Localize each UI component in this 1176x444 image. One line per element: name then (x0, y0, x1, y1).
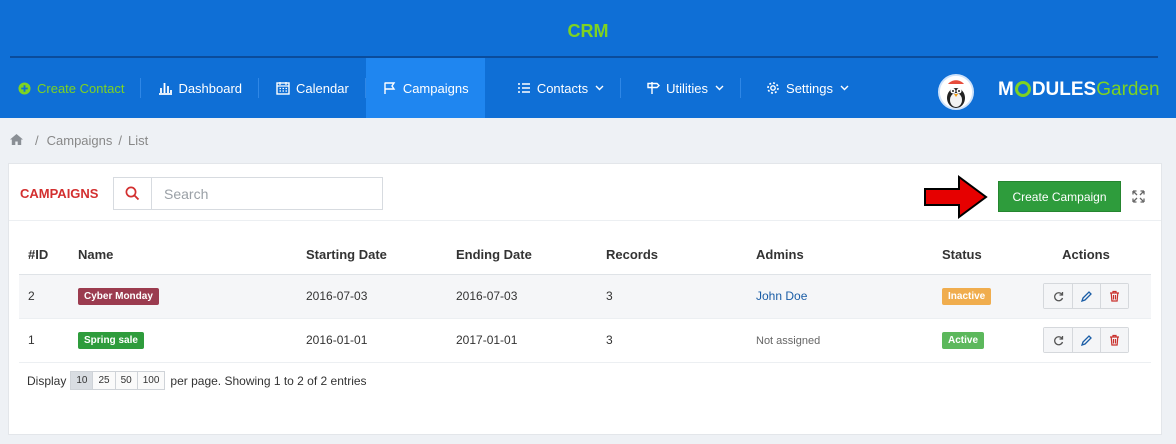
cell-id: 1 (19, 318, 69, 363)
cell-start: 2016-07-03 (297, 274, 447, 319)
cell-end: 2017-01-01 (447, 318, 597, 363)
nav-item-label: Utilities (666, 80, 709, 96)
col-status[interactable]: Status (933, 236, 1021, 275)
card-header: CAMPAIGNS Create Campaign (9, 164, 1161, 221)
campaign-name-badge[interactable]: Spring sale (78, 331, 144, 349)
bar-chart-icon (157, 80, 173, 96)
gear-icon (765, 80, 781, 96)
create-contact-label: Create Contact (37, 80, 125, 96)
edit-button[interactable] (1072, 284, 1100, 308)
table-header-row: #ID Name Starting Date Ending Date Recor… (19, 236, 1151, 275)
nav-item-contacts[interactable]: Contacts (485, 58, 620, 118)
cell-name: Cyber Monday (69, 274, 297, 319)
flag-icon (382, 80, 398, 96)
cell-actions (1021, 274, 1151, 319)
nav-item-campaigns[interactable]: Campaigns (365, 58, 485, 118)
cell-status: Inactive (933, 274, 1021, 319)
nav-item-calendar[interactable]: Calendar (259, 58, 365, 118)
cell-actions (1021, 318, 1151, 363)
app-title: CRM (567, 21, 609, 41)
pencil-icon (1081, 334, 1092, 346)
cell-end: 2016-07-03 (447, 274, 597, 319)
table-footer: Display 10 25 50 100 per page. Showing 1… (27, 371, 367, 390)
admin-link[interactable]: John Doe (756, 289, 807, 303)
col-admins[interactable]: Admins (747, 236, 933, 275)
search-box (113, 177, 383, 210)
create-campaign-button[interactable]: Create Campaign (998, 181, 1121, 212)
edit-button[interactable] (1072, 328, 1100, 352)
breadcrumb-campaigns[interactable]: Campaigns (47, 133, 113, 148)
page-size-25[interactable]: 25 (92, 372, 115, 389)
nav-item-settings[interactable]: Settings (741, 58, 865, 118)
nav-item-label: Campaigns (402, 80, 469, 96)
plus-circle-icon (16, 80, 32, 96)
signpost-icon (645, 80, 661, 96)
cell-id: 2 (19, 274, 69, 319)
action-group (1043, 327, 1129, 353)
page-size-100[interactable]: 100 (136, 372, 165, 389)
action-group (1043, 283, 1129, 309)
status-badge: Inactive (942, 287, 992, 305)
arrow-right-icon (923, 174, 989, 225)
delete-button[interactable] (1100, 284, 1128, 308)
cell-name: Spring sale (69, 318, 297, 363)
create-contact-button[interactable]: Create Contact (0, 58, 140, 118)
cell-admin: John Doe (747, 274, 933, 319)
search-icon[interactable] (114, 178, 152, 209)
modulesgarden-logo: M DULESGarden (998, 79, 1160, 100)
chevron-down-icon (840, 83, 849, 93)
chevron-down-icon (715, 83, 724, 93)
entries-info: per page. Showing 1 to 2 of 2 entries (170, 373, 367, 388)
breadcrumb: / Campaigns / List (10, 133, 154, 148)
col-ending-date[interactable]: Ending Date (447, 236, 597, 275)
nav-item-label: Dashboard (178, 80, 243, 96)
delete-button[interactable] (1100, 328, 1128, 352)
cell-status: Active (933, 318, 1021, 363)
cell-start: 2016-01-01 (297, 318, 447, 363)
refresh-button[interactable] (1044, 284, 1072, 308)
nav-item-dashboard[interactable]: Dashboard (141, 58, 258, 118)
page-size-10[interactable]: 10 (71, 372, 93, 389)
admin-not-assigned: Not assigned (756, 335, 821, 347)
nav-item-label: Calendar (296, 80, 349, 96)
campaigns-card: CAMPAIGNS Create Campaign #ID Name Start… (8, 163, 1162, 435)
home-icon[interactable] (10, 133, 23, 148)
breadcrumb-list: List (128, 133, 149, 148)
breadcrumb-separator: / (35, 133, 39, 148)
col-starting-date[interactable]: Starting Date (297, 236, 447, 275)
page-size-50[interactable]: 50 (114, 372, 137, 389)
campaigns-table: #ID Name Starting Date Ending Date Recor… (19, 236, 1151, 363)
status-badge: Active (942, 331, 985, 349)
cell-admin: Not assigned (747, 318, 933, 363)
chevron-down-icon (595, 83, 604, 93)
search-input[interactable] (152, 178, 382, 209)
nav-item-label: Settings (786, 80, 834, 96)
table-row: 1 Spring sale 2016-01-01 2017-01-01 3 No… (19, 318, 1151, 363)
list-icon (516, 80, 532, 96)
col-actions: Actions (1021, 236, 1151, 275)
refresh-button[interactable] (1044, 328, 1072, 352)
cell-records: 3 (597, 274, 747, 319)
display-label: Display (27, 373, 67, 388)
nav-item-label: Contacts (536, 80, 589, 96)
campaign-name-badge[interactable]: Cyber Monday (78, 287, 159, 305)
nav-item-utilities[interactable]: Utilities (621, 58, 740, 118)
breadcrumb-separator: / (118, 133, 123, 148)
col-records[interactable]: Records (597, 236, 747, 275)
fullscreen-icon[interactable] (1132, 190, 1145, 208)
trash-icon (1110, 334, 1119, 346)
col-name[interactable]: Name (69, 236, 297, 275)
card-title: CAMPAIGNS (20, 186, 99, 201)
refresh-icon (1053, 335, 1063, 345)
table-row: 2 Cyber Monday 2016-07-03 2016-07-03 3 J… (19, 274, 1151, 319)
trash-icon (1110, 290, 1119, 302)
col-id[interactable]: #ID (19, 236, 69, 275)
pencil-icon (1081, 290, 1092, 302)
logo-o-icon (1014, 81, 1031, 97)
page-size-selector: 10 25 50 100 (70, 371, 166, 390)
user-avatar[interactable] (938, 74, 974, 110)
refresh-icon (1053, 291, 1063, 301)
cell-records: 3 (597, 318, 747, 363)
calendar-icon (275, 80, 291, 96)
